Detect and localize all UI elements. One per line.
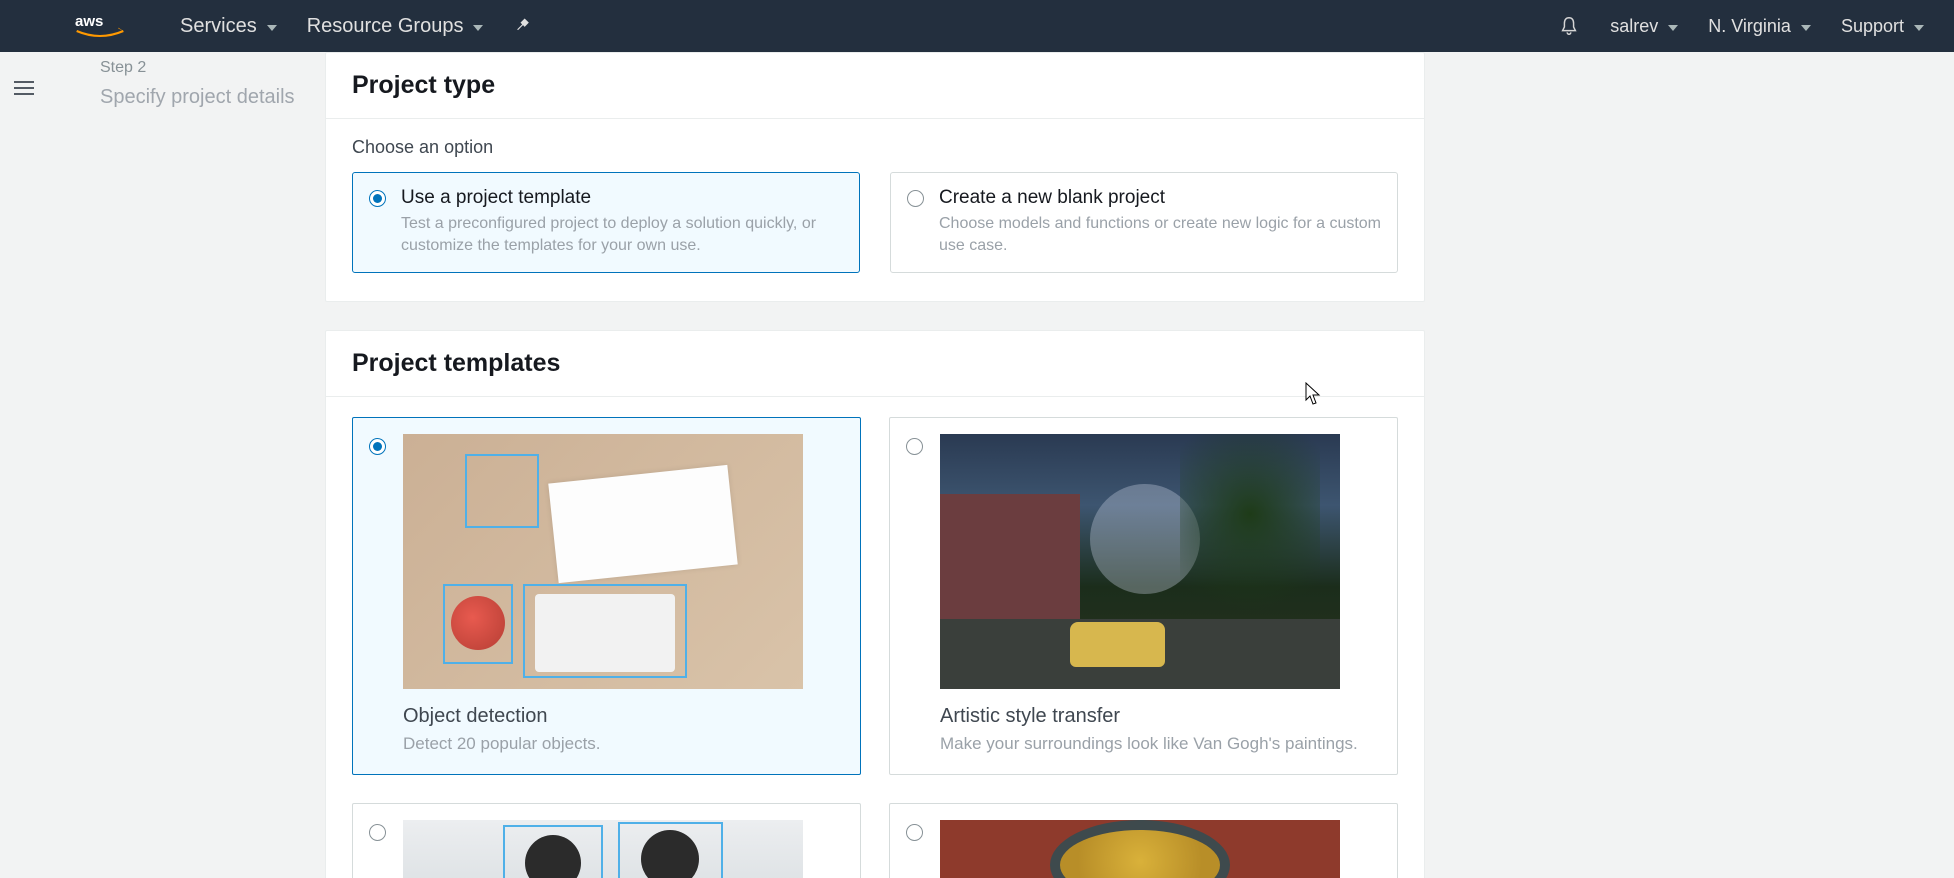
choose-option-label: Choose an option	[352, 137, 1398, 158]
template-thumbnail	[403, 434, 803, 689]
main-content: Step 2 Specify project details Project t…	[50, 52, 1954, 878]
aws-top-nav: aws Services Resource Groups salrev N. V…	[0, 0, 1954, 52]
chevron-down-icon	[1914, 25, 1924, 31]
services-menu[interactable]: Services	[180, 15, 277, 38]
template-card-partial-3[interactable]	[352, 803, 861, 878]
pin-shortcut-button[interactable]	[513, 16, 533, 36]
template-artistic-style-transfer[interactable]: Artistic style transfer Make your surrou…	[889, 417, 1398, 775]
account-username: salrev	[1610, 16, 1658, 37]
option-use-template[interactable]: Use a project template Test a preconfigu…	[352, 172, 860, 273]
region-menu[interactable]: N. Virginia	[1708, 16, 1811, 37]
radio-icon	[907, 190, 924, 207]
project-templates-header: Project templates	[326, 331, 1424, 397]
radio-icon	[369, 190, 386, 207]
account-menu[interactable]: salrev	[1610, 16, 1678, 37]
project-type-panel: Project type Choose an option Use a proj…	[325, 52, 1425, 302]
project-type-heading: Project type	[352, 71, 1398, 100]
project-templates-panel: Project templates Object detection Detec…	[325, 330, 1425, 878]
side-panel-toggle[interactable]	[8, 72, 40, 104]
radio-icon	[906, 438, 923, 455]
template-desc: Make your surroundings look like Van Gog…	[940, 734, 1379, 754]
option-title: Create a new blank project	[939, 187, 1381, 209]
option-title: Use a project template	[401, 187, 843, 209]
chevron-down-icon	[267, 25, 277, 31]
step-number: Step 2	[100, 56, 295, 80]
project-type-options: Use a project template Test a preconfigu…	[352, 172, 1398, 273]
template-desc: Detect 20 popular objects.	[403, 734, 842, 754]
notifications-button[interactable]	[1558, 14, 1580, 38]
step-title: Specify project details	[100, 82, 295, 112]
radio-icon	[369, 824, 386, 841]
templates-grid: Object detection Detect 20 popular objec…	[326, 397, 1424, 878]
template-thumbnail	[940, 434, 1340, 689]
chevron-down-icon	[473, 25, 483, 31]
template-card-partial-4[interactable]	[889, 803, 1398, 878]
support-menu[interactable]: Support	[1841, 16, 1924, 37]
chevron-down-icon	[1801, 25, 1811, 31]
support-label: Support	[1841, 16, 1904, 37]
template-title: Artistic style transfer	[940, 705, 1379, 728]
wizard-step-indicator: Step 2 Specify project details	[100, 56, 295, 112]
resource-groups-label: Resource Groups	[307, 15, 464, 38]
template-title: Object detection	[403, 705, 842, 728]
aws-logo[interactable]: aws	[75, 11, 125, 41]
nav-left: Services Resource Groups	[180, 15, 533, 38]
project-templates-heading: Project templates	[352, 349, 1398, 378]
svg-text:aws: aws	[75, 13, 103, 30]
services-label: Services	[180, 15, 257, 38]
option-desc: Test a preconfigured project to deploy a…	[401, 213, 843, 256]
template-thumbnail	[403, 820, 803, 878]
nav-right: salrev N. Virginia Support	[1558, 14, 1924, 38]
option-blank-project[interactable]: Create a new blank project Choose models…	[890, 172, 1398, 273]
radio-icon	[906, 824, 923, 841]
chevron-down-icon	[1668, 25, 1678, 31]
option-desc: Choose models and functions or create ne…	[939, 213, 1381, 256]
project-type-header: Project type	[326, 53, 1424, 119]
template-thumbnail	[940, 820, 1340, 878]
radio-icon	[369, 438, 386, 455]
resource-groups-menu[interactable]: Resource Groups	[307, 15, 484, 38]
template-object-detection[interactable]: Object detection Detect 20 popular objec…	[352, 417, 861, 775]
region-label: N. Virginia	[1708, 16, 1791, 37]
